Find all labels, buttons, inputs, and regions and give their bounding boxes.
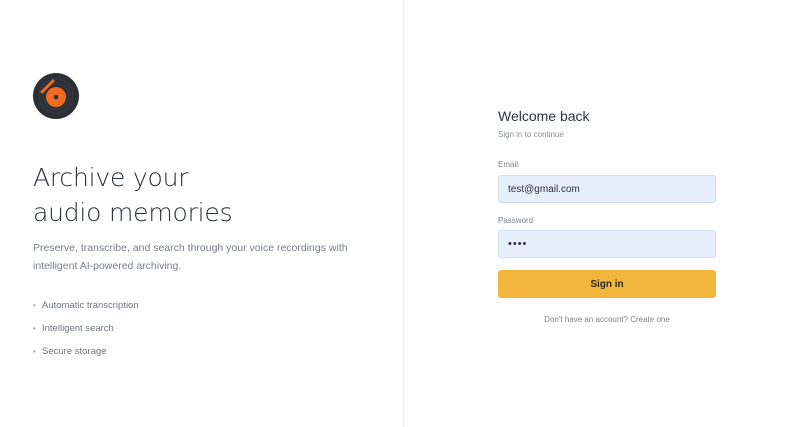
feature-list: • Automatic transcription • Intelligent … xyxy=(33,297,139,366)
hero-headline: Archive your audio memories xyxy=(33,160,373,230)
password-label: Password xyxy=(498,216,534,225)
feature-label: Intelligent search xyxy=(42,323,114,334)
login-subtitle: Sign in to continue xyxy=(498,130,564,139)
feature-label: Secure storage xyxy=(42,346,107,357)
bullet-icon: • xyxy=(33,324,36,333)
right-panel xyxy=(404,0,806,427)
feature-label: Automatic transcription xyxy=(42,300,139,311)
feature-item: • Secure storage xyxy=(33,343,139,366)
create-account-link[interactable]: Create one xyxy=(630,315,670,324)
left-panel: Archive your audio memories Preserve, tr… xyxy=(0,0,403,427)
email-label: Email xyxy=(498,160,519,169)
feature-item: • Automatic transcription xyxy=(33,297,139,320)
hero-description: Preserve, transcribe, and search through… xyxy=(33,242,348,272)
login-title: Welcome back xyxy=(498,108,590,124)
headline-line-2: audio memories xyxy=(33,198,233,227)
headline-line-1: Archive your xyxy=(33,163,189,192)
signup-prompt-text: Don't have an account? xyxy=(544,315,628,324)
bullet-icon: • xyxy=(33,347,36,356)
sign-in-button[interactable]: Sign in xyxy=(498,270,716,298)
email-field[interactable] xyxy=(498,175,716,203)
feature-item: • Intelligent search xyxy=(33,320,139,343)
bullet-icon: • xyxy=(33,301,36,310)
signup-prompt: Don't have an account? Create one xyxy=(498,315,716,324)
password-field[interactable] xyxy=(498,230,716,258)
vinyl-record-icon xyxy=(33,73,79,119)
